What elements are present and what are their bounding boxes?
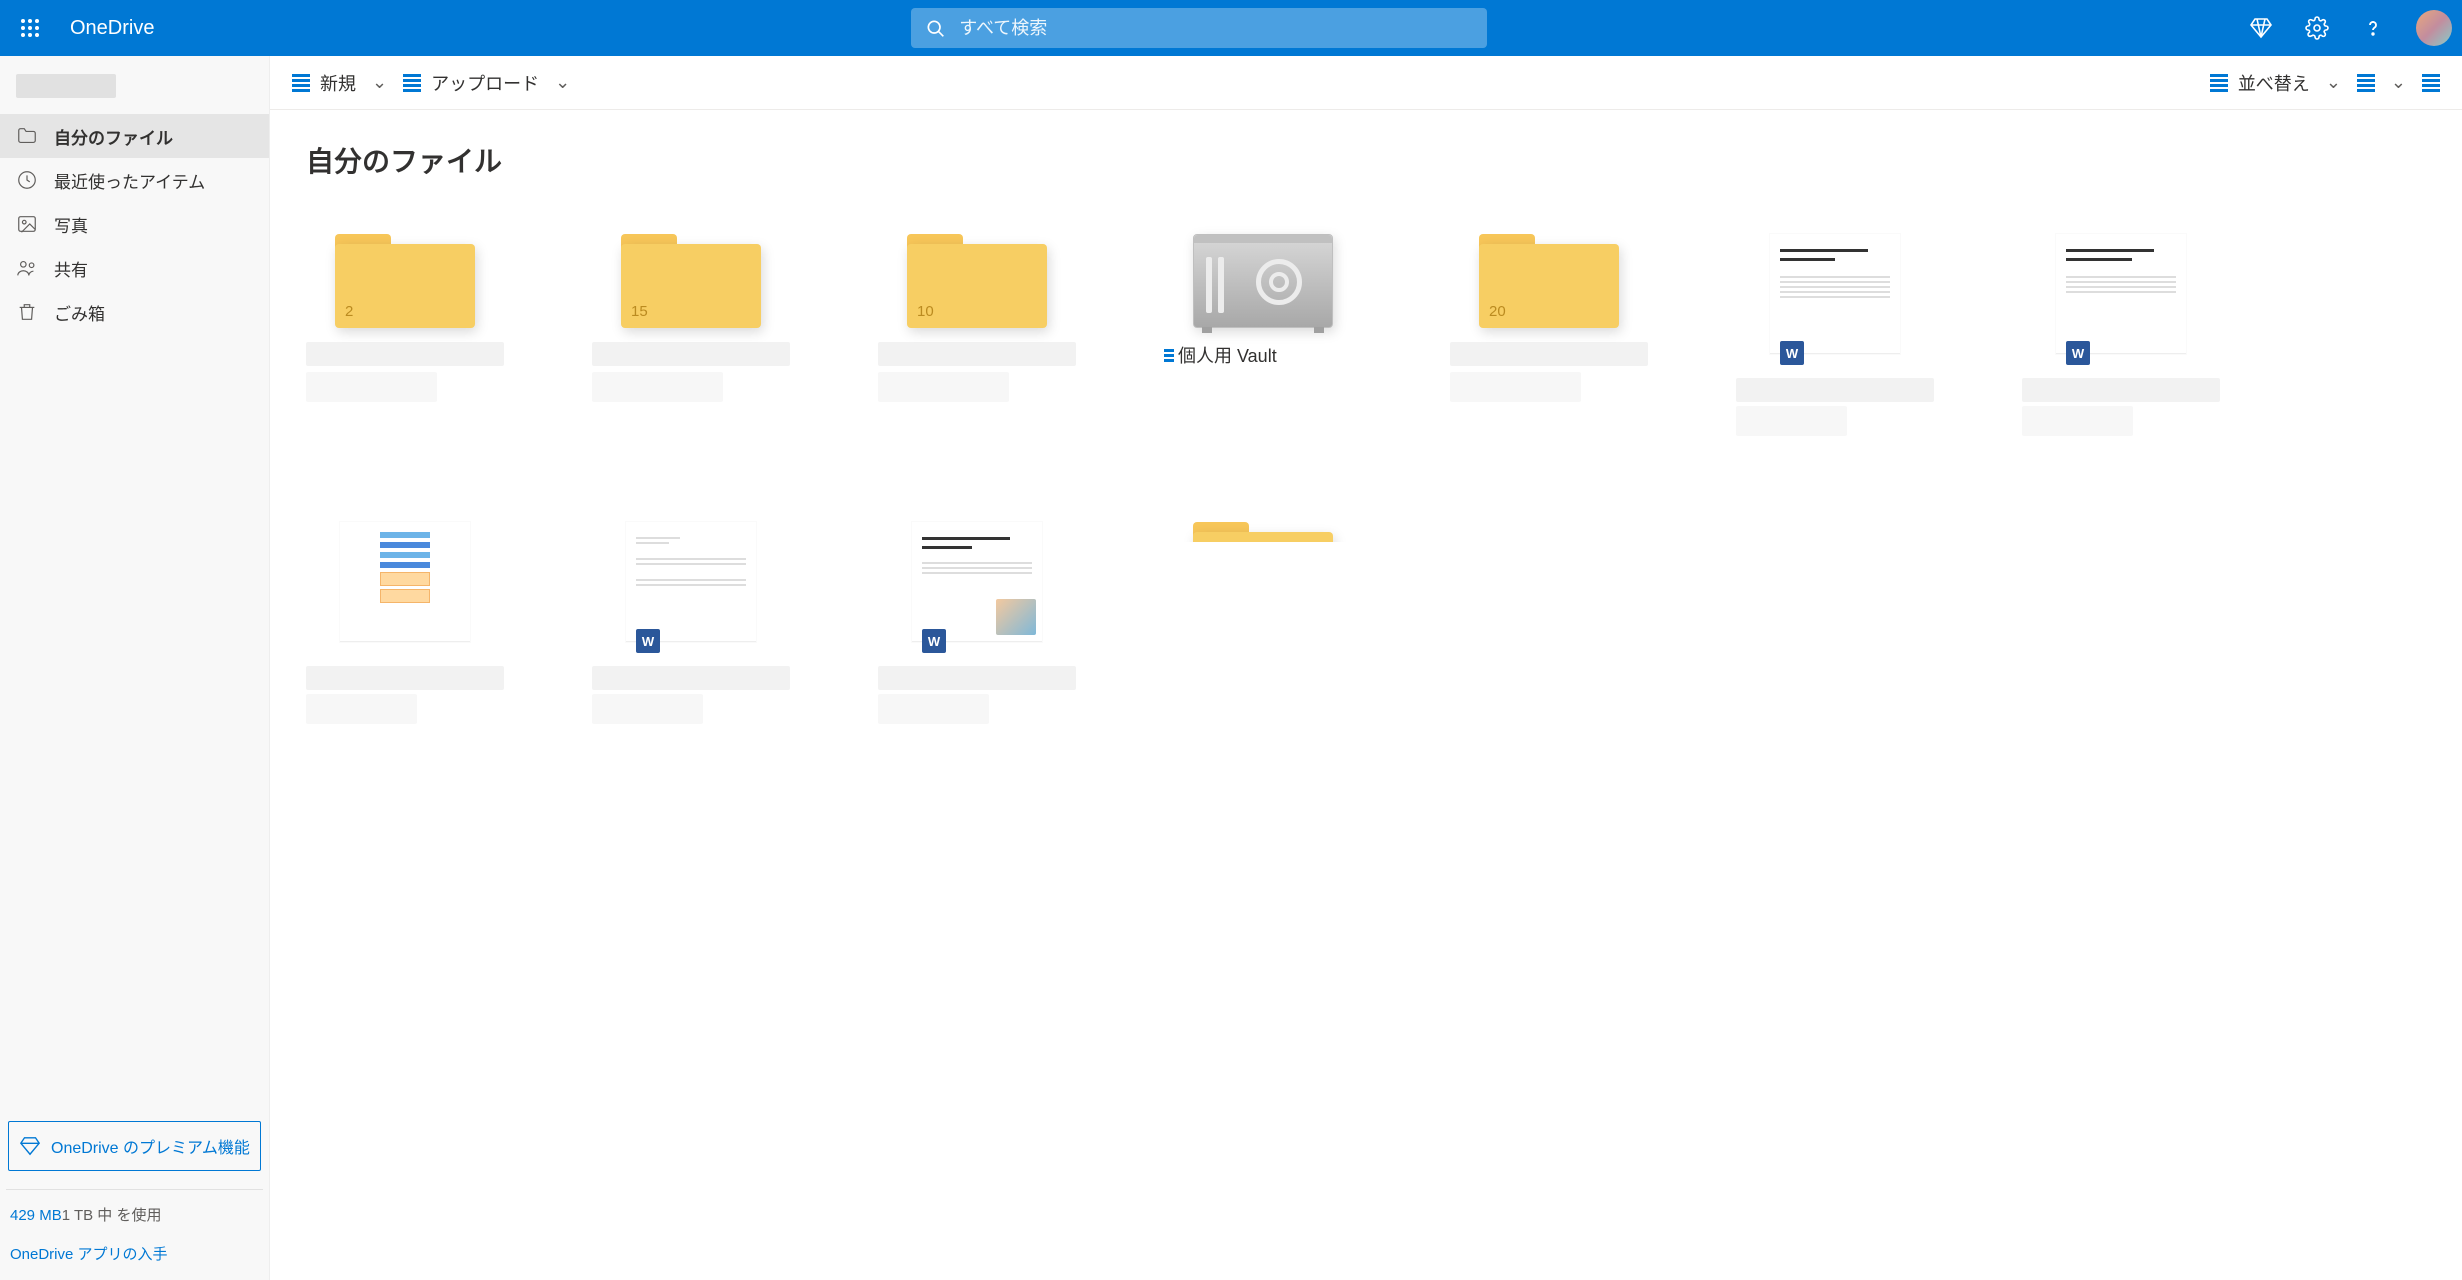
- file-tile[interactable]: W: [878, 522, 1076, 724]
- document-thumbnail: W: [2056, 234, 2186, 354]
- chevron-down-icon: ⌄: [2391, 72, 2406, 93]
- help-button[interactable]: [2356, 11, 2390, 45]
- vault-icon: [1193, 234, 1333, 328]
- list-icon: [2422, 74, 2440, 92]
- header-bar: OneDrive: [0, 0, 2462, 56]
- folder-icon: [1193, 522, 1333, 542]
- folder-icon: 15: [621, 234, 761, 328]
- gear-icon: [2305, 16, 2329, 40]
- premium-label: OneDrive のプレミアム機能: [51, 1134, 250, 1158]
- sidebar-item-label: 最近使ったアイテム: [54, 168, 205, 193]
- get-app-link[interactable]: OneDrive アプリの入手: [0, 1231, 269, 1280]
- sidebar-item-recycle[interactable]: ごみ箱: [0, 290, 269, 334]
- new-label: 新規: [320, 70, 356, 96]
- folder-icon: 10: [907, 234, 1047, 328]
- folder-icon: 20: [1479, 234, 1619, 328]
- list-icon: [1164, 349, 1174, 362]
- search-input[interactable]: [959, 18, 1473, 39]
- diamond-icon: [19, 1135, 41, 1157]
- view-mode-button[interactable]: ⌄: [2349, 66, 2414, 99]
- chevron-down-icon: ⌄: [2326, 72, 2341, 93]
- sidebar-item-label: ごみ箱: [54, 300, 105, 325]
- vault-tile[interactable]: 個人用 Vault: [1164, 234, 1362, 436]
- folder-tile[interactable]: [1164, 522, 1362, 542]
- new-menu-button[interactable]: 新規 ⌄: [284, 64, 395, 102]
- folder-tile[interactable]: 10: [878, 234, 1076, 436]
- file-tile[interactable]: W: [592, 522, 790, 724]
- sidebar-item-recent[interactable]: 最近使ったアイテム: [0, 158, 269, 202]
- word-icon: W: [1780, 341, 1804, 365]
- diamond-icon: [2249, 16, 2273, 40]
- sidebar-item-photos[interactable]: 写真: [0, 202, 269, 246]
- sidebar-item-label: 共有: [54, 256, 88, 281]
- user-avatar[interactable]: [2416, 10, 2452, 46]
- document-thumbnail: [340, 522, 470, 642]
- storage-total: 1 TB 中 を使用: [62, 1207, 162, 1224]
- word-icon: W: [636, 629, 660, 653]
- storage-used: 429 MB: [10, 1207, 62, 1224]
- list-icon: [2210, 74, 2228, 92]
- people-icon: [16, 257, 38, 279]
- items-grid: 2 15 10: [306, 234, 2426, 724]
- premium-icon[interactable]: [2244, 11, 2278, 45]
- upload-menu-button[interactable]: アップロード ⌄: [395, 64, 578, 102]
- clock-icon: [16, 169, 38, 191]
- question-icon: [2361, 16, 2385, 40]
- file-tile[interactable]: [306, 522, 504, 724]
- upload-label: アップロード: [431, 70, 539, 96]
- sidebar-item-my-files[interactable]: 自分のファイル: [0, 114, 269, 158]
- sidebar: 自分のファイル 最近使ったアイテム 写真 共有 ごみ箱: [0, 56, 270, 1280]
- folder-icon: 2: [335, 234, 475, 328]
- info-panel-button[interactable]: [2414, 68, 2448, 98]
- list-icon: [403, 74, 421, 92]
- folder-item-count: 20: [1489, 303, 1506, 320]
- chevron-down-icon: ⌄: [372, 72, 387, 93]
- sidebar-item-label: 自分のファイル: [54, 124, 173, 149]
- document-thumbnail: W: [1770, 234, 1900, 354]
- chevron-down-icon: ⌄: [555, 72, 570, 93]
- list-icon: [2357, 74, 2375, 92]
- word-icon: W: [2066, 341, 2090, 365]
- brand-title: OneDrive: [70, 17, 154, 40]
- search-box[interactable]: [911, 8, 1487, 48]
- folder-item-count: 10: [917, 303, 934, 320]
- file-tile[interactable]: W: [1736, 234, 1934, 436]
- app-launcher-button[interactable]: [10, 8, 50, 48]
- sidebar-item-shared[interactable]: 共有: [0, 246, 269, 290]
- account-name-block: [0, 56, 269, 110]
- trash-icon: [16, 301, 38, 323]
- sort-menu-button[interactable]: 並べ替え ⌄: [2202, 64, 2349, 102]
- folder-tile[interactable]: 2: [306, 234, 504, 436]
- image-icon: [16, 213, 38, 235]
- vault-label: 個人用 Vault: [1178, 342, 1277, 368]
- document-thumbnail: W: [912, 522, 1042, 642]
- folder-item-count: 15: [631, 303, 648, 320]
- sort-label: 並べ替え: [2238, 70, 2310, 96]
- folder-icon: [16, 125, 38, 147]
- folder-item-count: 2: [345, 303, 353, 320]
- folder-tile[interactable]: 20: [1450, 234, 1648, 436]
- list-icon: [292, 74, 310, 92]
- document-thumbnail: W: [626, 522, 756, 642]
- storage-usage: 429 MB1 TB 中 を使用: [0, 1204, 269, 1231]
- search-icon: [925, 18, 945, 38]
- settings-button[interactable]: [2300, 11, 2334, 45]
- file-tile[interactable]: W: [2022, 234, 2220, 436]
- word-icon: W: [922, 629, 946, 653]
- waffle-icon: [20, 18, 40, 38]
- sidebar-item-label: 写真: [54, 212, 88, 237]
- command-bar: 新規 ⌄ アップロード ⌄ 並べ替え ⌄ ⌄: [270, 56, 2462, 110]
- page-title: 自分のファイル: [306, 140, 2426, 180]
- premium-upsell-button[interactable]: OneDrive のプレミアム機能: [8, 1121, 261, 1171]
- folder-tile[interactable]: 15: [592, 234, 790, 436]
